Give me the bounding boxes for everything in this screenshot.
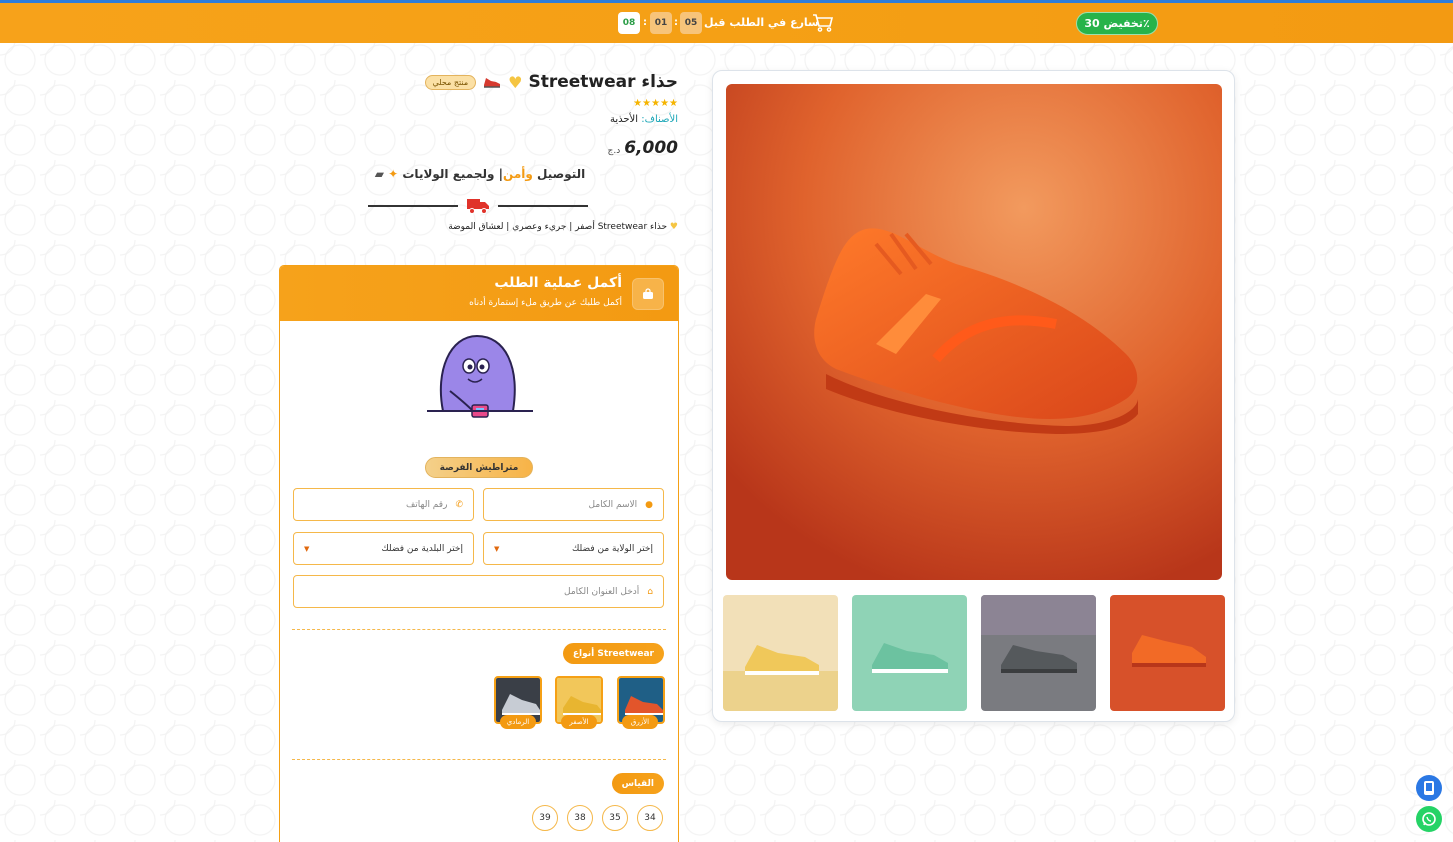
timer-seconds: 01 xyxy=(650,12,672,34)
truck-icon xyxy=(467,199,489,214)
section-divider xyxy=(292,759,666,760)
timer-separator: : xyxy=(674,17,678,28)
size-option[interactable]: 38 xyxy=(567,805,593,831)
size-label: القياس xyxy=(611,773,664,794)
product-tagline: ♥ حذاء Streetwear أصفر | جريء وعصري | لع… xyxy=(448,222,678,232)
hurry-text: سارع في الطلب قبل xyxy=(704,16,819,29)
timer-separator: : xyxy=(643,17,647,28)
baladiya-value: إختر البلدية من فضلك xyxy=(381,543,463,554)
local-product-badge: منتج محلي xyxy=(424,74,477,90)
phone-placeholder: رقم الهاتف xyxy=(405,499,448,510)
thumbnail-gray[interactable] xyxy=(981,595,1096,711)
opportunity-badge: متراطيش الفرصة xyxy=(425,457,533,478)
category-link[interactable]: الأحذية xyxy=(610,114,638,125)
size-option[interactable]: 39 xyxy=(532,805,558,831)
thumbnail-orange[interactable] xyxy=(1110,595,1225,711)
all-states: ولجميع الولايات xyxy=(402,167,495,181)
variant-gray-label: الرمادي xyxy=(500,715,536,729)
mascot-illustration xyxy=(427,334,533,418)
category-label: الأصناف: xyxy=(641,114,678,125)
order-form-card: أكمل عملية الطلب أكمل طلبك عن طريق ملء إ… xyxy=(279,265,679,842)
order-form-title: أكمل عملية الطلب xyxy=(494,275,622,291)
mobile-app-button[interactable] xyxy=(1416,775,1442,801)
thumbnail-yellow[interactable] xyxy=(723,595,838,711)
thumbnail-mint[interactable] xyxy=(852,595,967,711)
tagline-text: حذاء Streetwear أصفر | جريء وعصري | لعشا… xyxy=(448,222,668,232)
address-field[interactable]: ⌂ أدخل العنوان الكامل xyxy=(293,575,664,608)
chevron-down-icon: ▼ xyxy=(304,544,310,553)
address-placeholder: أدخل العنوان الكامل xyxy=(564,586,640,597)
van-icon: ▰ xyxy=(374,167,384,181)
delivery-divider xyxy=(368,195,588,217)
size-option[interactable]: 34 xyxy=(637,805,663,831)
user-icon: ● xyxy=(645,499,653,510)
product-gallery xyxy=(712,70,1235,722)
safe-word: وأمن xyxy=(503,167,533,181)
full-name-field[interactable]: ● الاسم الكامل xyxy=(483,488,664,521)
rating-stars: ★★★★★ xyxy=(633,98,678,109)
product-price: 6,000 xyxy=(624,138,678,158)
main-product-image[interactable] xyxy=(726,84,1222,580)
variant-blue-label: الأزرق xyxy=(622,715,658,729)
sneaker-icon xyxy=(484,78,501,88)
chevron-down-icon: ▼ xyxy=(494,544,500,553)
order-form-header: أكمل عملية الطلب أكمل طلبك عن طريق ملء إ… xyxy=(280,266,678,321)
product-title-row: حذاء Streetwear ♥ منتج محلي xyxy=(424,72,678,92)
timer-ms: 08 xyxy=(618,12,640,34)
promo-bar: تخفيض 30٪ سارع في الطلب قبل 05 : 01 : 08 xyxy=(0,3,1453,43)
bag-icon xyxy=(632,278,664,310)
yellow-heart-icon: ♥ xyxy=(508,72,523,92)
product-category: الأصناف: الأحذية xyxy=(610,114,678,125)
price-currency: د.ج xyxy=(607,146,621,156)
phone-field[interactable]: ✆ رقم الهاتف xyxy=(293,488,474,521)
order-form-subtitle: أكمل طلبك عن طريق ملء إستمارة أدناه xyxy=(469,298,622,308)
wilaya-value: إختر الولاية من فضلك xyxy=(571,543,653,554)
delivery-text: التوصيل وأمن| ولجميع الولايات ✦ ▰ xyxy=(374,167,586,181)
divider-line xyxy=(368,205,458,207)
baladiya-select[interactable]: إختر البلدية من فضلك ▼ xyxy=(293,532,474,565)
section-divider xyxy=(292,629,666,630)
yellow-heart-icon: ♥ xyxy=(669,222,678,232)
divider-line xyxy=(498,205,588,207)
whatsapp-button[interactable] xyxy=(1416,806,1442,832)
whatsapp-icon xyxy=(1422,812,1436,826)
product-title: حذاء Streetwear xyxy=(528,72,678,92)
full-name-placeholder: الاسم الكامل xyxy=(588,499,638,510)
price-row: 6,000 د.ج xyxy=(608,138,678,158)
mobile-icon xyxy=(1424,781,1434,795)
fire-icon: ✦ xyxy=(388,167,399,181)
phone-icon: ✆ xyxy=(455,499,463,510)
size-option[interactable]: 35 xyxy=(602,805,628,831)
discount-badge: تخفيض 30٪ xyxy=(1076,12,1158,35)
wilaya-select[interactable]: إختر الولاية من فضلك ▼ xyxy=(483,532,664,565)
types-label: أنواع Streetwear xyxy=(562,643,664,664)
timer-minutes: 05 xyxy=(680,12,702,34)
home-icon: ⌂ xyxy=(647,586,653,597)
delivery-word: التوصيل xyxy=(537,167,586,181)
variant-yellow-label: الأصفر xyxy=(561,715,597,729)
